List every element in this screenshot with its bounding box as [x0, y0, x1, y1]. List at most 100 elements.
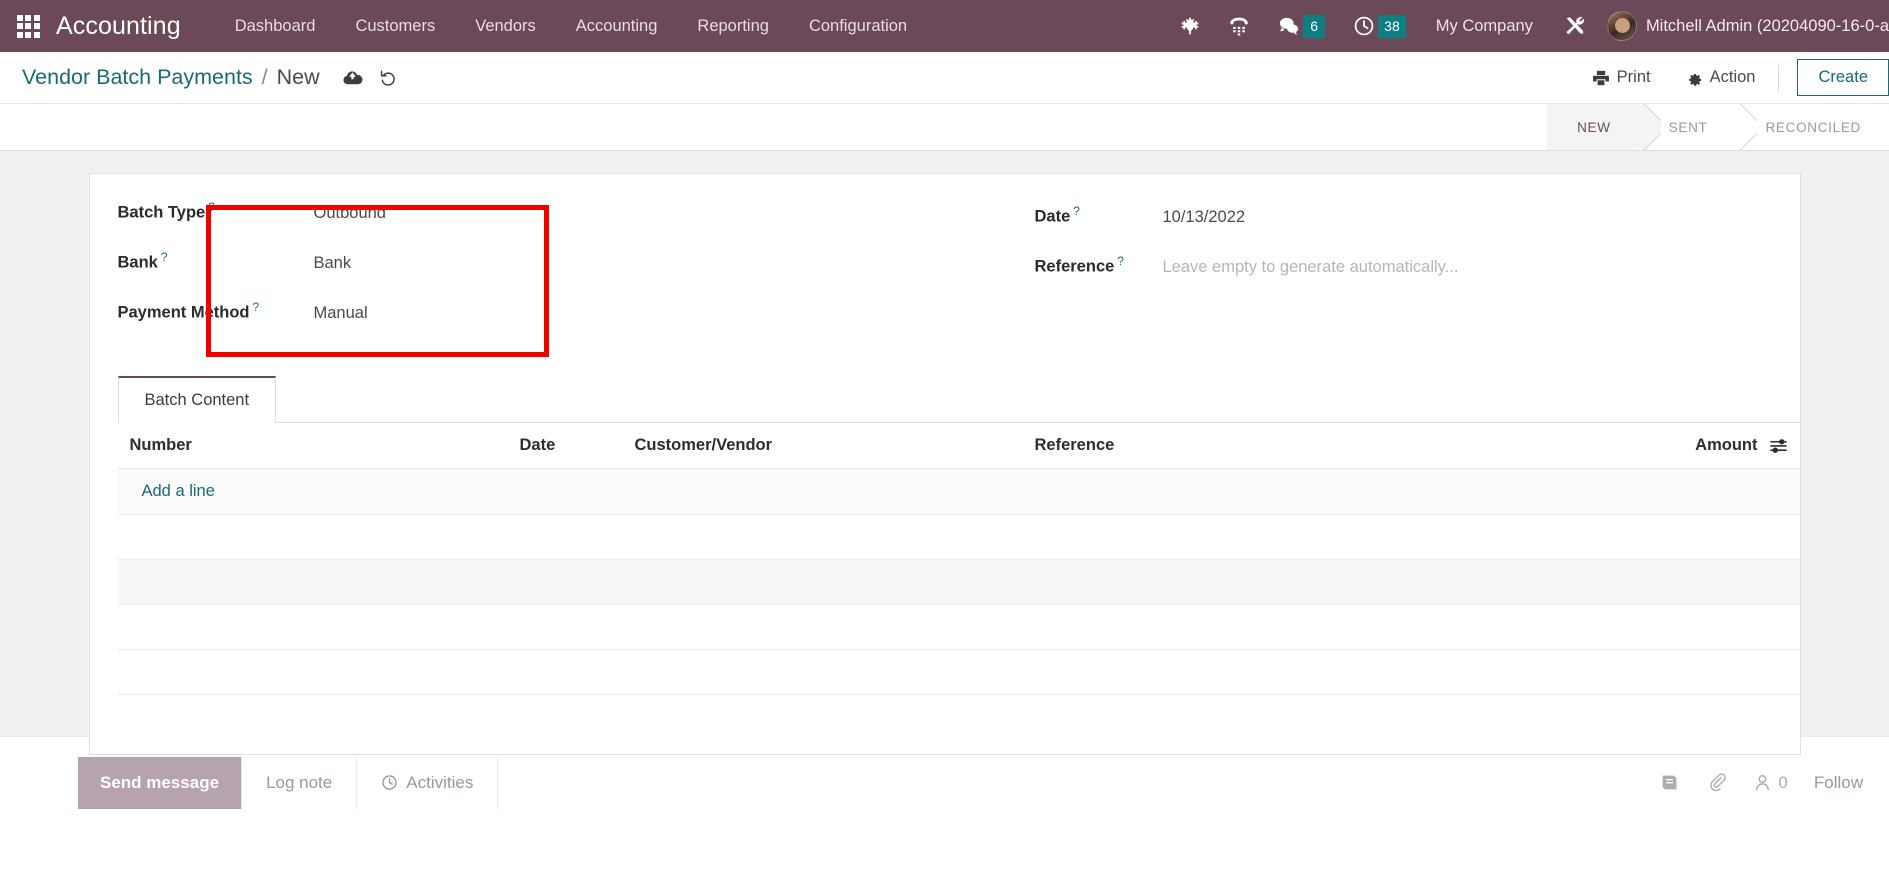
field-payment-method-value[interactable]: Manual: [314, 304, 368, 323]
add-a-line-link[interactable]: Add a line: [142, 482, 215, 500]
activities-badge: 38: [1378, 14, 1406, 38]
field-date-label: Date?: [1035, 204, 1163, 227]
status-step-sent-label: SENT: [1668, 119, 1708, 135]
column-header-number[interactable]: Number: [117, 423, 508, 469]
help-icon[interactable]: ?: [253, 300, 260, 314]
status-step-new[interactable]: NEW: [1547, 104, 1639, 150]
user-name-label: Mitchell Admin (20204090-16-0-a: [1645, 16, 1889, 35]
empty-cell: [117, 649, 1800, 695]
follow-button[interactable]: Follow: [1814, 773, 1867, 793]
field-bank-value[interactable]: Bank: [314, 254, 352, 273]
field-batch-type: Batch Type? Outbound: [118, 200, 945, 250]
undo-discard-icon[interactable]: [379, 68, 398, 87]
followers-person-icon: [1756, 775, 1770, 791]
table-row: [117, 649, 1800, 695]
table-row: [117, 604, 1800, 650]
phone-dialpad-icon[interactable]: [1214, 0, 1264, 52]
record-actions: [320, 68, 398, 87]
field-batch-type-value[interactable]: Outbound: [314, 204, 386, 223]
chatter-right-group: 0 Follow: [1659, 772, 1867, 793]
nav-menu-reporting[interactable]: Reporting: [677, 0, 789, 52]
field-reference-label-text: Reference: [1034, 257, 1115, 276]
help-icon[interactable]: ?: [1073, 204, 1080, 218]
control-panel: Vendor Batch Payments / New Print Action: [0, 52, 1889, 104]
toolbar-divider: [1778, 64, 1780, 91]
field-payment-method-label: Payment Method?: [118, 300, 314, 323]
breadcrumb-root-link[interactable]: Vendor Batch Payments: [22, 65, 253, 90]
column-options-icon[interactable]: [1769, 438, 1788, 453]
activities-clock-icon[interactable]: 38: [1339, 0, 1420, 52]
help-icon[interactable]: ?: [208, 200, 215, 214]
action-button[interactable]: Action: [1668, 52, 1773, 104]
activities-tab[interactable]: Activities: [357, 756, 499, 809]
followers-counter[interactable]: 0: [1753, 773, 1788, 793]
content-area: Batch Type? Outbound Bank? Bank Payment …: [0, 151, 1889, 755]
empty-cell: [117, 559, 1800, 605]
empty-cell: [117, 604, 1800, 650]
statusbar: NEW SENT RECONCILED: [1547, 104, 1889, 150]
printer-icon: [1592, 70, 1609, 85]
activities-tab-label: Activities: [406, 772, 474, 792]
table-header-row: Number Date Customer/Vendor Reference Am…: [117, 423, 1800, 469]
breadcrumb-current-record: New: [276, 65, 320, 89]
field-batch-type-label-text: Batch Type: [117, 203, 206, 222]
nav-menu-dashboard[interactable]: Dashboard: [215, 0, 336, 52]
action-label: Action: [1709, 68, 1756, 86]
form-left-column: Batch Type? Outbound Bank? Bank Payment …: [118, 200, 945, 350]
notebook: Batch Content Number Date Customer/Vendo…: [90, 376, 1800, 695]
messages-badge: 6: [1303, 14, 1326, 38]
log-book-icon[interactable]: [1659, 773, 1680, 792]
column-header-amount[interactable]: Amount: [1452, 423, 1800, 469]
field-bank: Bank? Bank: [118, 250, 945, 300]
field-bank-label: Bank?: [118, 250, 314, 273]
top-navbar: Accounting Dashboard Customers Vendors A…: [0, 0, 1889, 52]
bug-icon[interactable]: [1166, 0, 1214, 52]
batch-content-table: Number Date Customer/Vendor Reference Am…: [117, 423, 1800, 695]
breadcrumb-separator: /: [261, 65, 268, 89]
nav-menu-vendors[interactable]: Vendors: [455, 0, 556, 52]
help-icon[interactable]: ?: [161, 250, 168, 264]
help-icon[interactable]: ?: [1117, 254, 1124, 268]
messages-icon[interactable]: 6: [1264, 0, 1339, 52]
status-step-new-label: NEW: [1577, 119, 1611, 135]
record-form-sheet: Batch Type? Outbound Bank? Bank Payment …: [88, 173, 1801, 755]
column-header-reference[interactable]: Reference: [1022, 423, 1453, 469]
create-button[interactable]: Create: [1797, 59, 1889, 96]
user-menu[interactable]: Mitchell Admin (20204090-16-0-a: [1601, 11, 1889, 41]
status-step-reconciled[interactable]: RECONCILED: [1735, 104, 1889, 150]
table-row: [117, 559, 1800, 605]
table-head: Number Date Customer/Vendor Reference Am…: [117, 423, 1800, 469]
app-brand-accounting[interactable]: Accounting: [56, 12, 215, 41]
grid-apps-icon: [16, 14, 40, 38]
nav-menu-customers[interactable]: Customers: [335, 0, 455, 52]
chatter-tabs: Send message Log note Activities: [78, 756, 499, 809]
column-header-amount-label: Amount: [1695, 436, 1758, 454]
tab-batch-content[interactable]: Batch Content: [117, 376, 277, 423]
column-header-customer-vendor[interactable]: Customer/Vendor: [622, 423, 1023, 469]
send-message-tab[interactable]: Send message: [78, 756, 243, 809]
cloud-upload-save-icon[interactable]: [342, 69, 363, 86]
table-row: [117, 514, 1800, 560]
field-date-value[interactable]: 10/13/2022: [1163, 208, 1246, 227]
apps-menu-button[interactable]: [0, 0, 56, 52]
field-reference-label: Reference?: [1035, 254, 1163, 277]
company-switcher[interactable]: My Company: [1420, 17, 1549, 36]
add-a-line-row[interactable]: Add a line: [117, 468, 1800, 515]
notebook-tabs: Batch Content: [117, 376, 1800, 423]
navbar-right-group: 6 38 My Company Mitchell Admin (20204090…: [1166, 0, 1889, 52]
field-batch-type-label: Batch Type?: [118, 200, 314, 223]
print-button[interactable]: Print: [1575, 52, 1668, 104]
statusbar-row: NEW SENT RECONCILED: [0, 104, 1889, 151]
status-step-sent[interactable]: SENT: [1638, 104, 1736, 150]
gear-icon: [1688, 73, 1701, 86]
nav-menu-configuration[interactable]: Configuration: [789, 0, 927, 52]
tools-icon[interactable]: [1549, 0, 1601, 52]
field-reference-input[interactable]: Leave empty to generate automatically...: [1163, 258, 1459, 277]
column-header-date[interactable]: Date: [507, 423, 623, 469]
add-a-line-cell[interactable]: Add a line: [117, 468, 1800, 515]
log-note-tab[interactable]: Log note: [242, 756, 358, 809]
nav-menu-accounting[interactable]: Accounting: [556, 0, 678, 52]
avatar: [1606, 11, 1637, 41]
field-bank-label-text: Bank: [117, 253, 158, 272]
paperclip-icon[interactable]: [1706, 772, 1727, 793]
